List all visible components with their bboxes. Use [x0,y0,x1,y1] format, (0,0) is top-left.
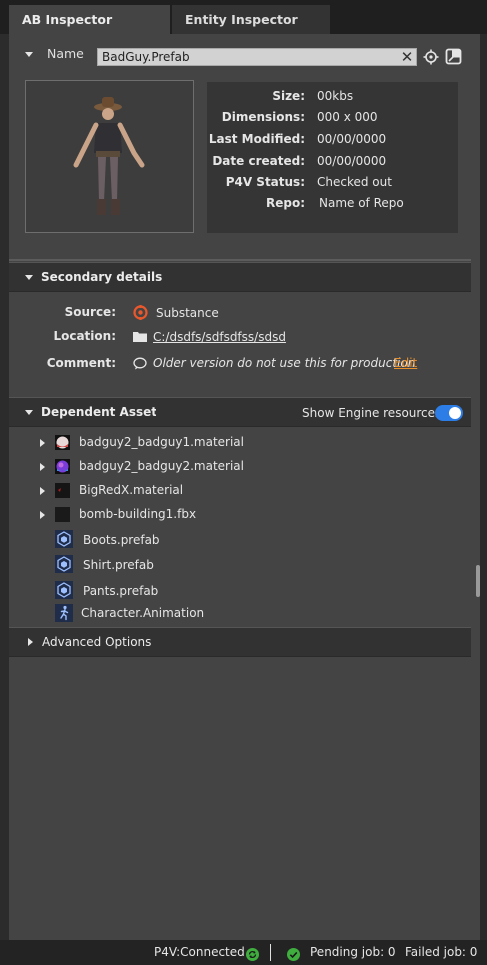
info-key: P4V Status: [225,175,305,189]
asset-label: bomb-building1.fbx [79,507,197,521]
scrollbar-thumb[interactable] [476,565,480,597]
prefab-icon [55,581,73,599]
asset-label: Character.Animation [81,606,205,620]
collapse-arrow-icon [25,275,33,280]
section-title: Secondary details [41,270,163,284]
list-item[interactable]: badguy2_badguy2.material [9,455,471,479]
name-label: Name [47,46,84,61]
location-link[interactable]: C:/dsdfs/sdfsdfss/sdsd [153,330,286,344]
list-item[interactable]: Character.Animation [9,602,471,626]
sync-icon [246,948,259,961]
section-title: Dependent Asset: [41,405,156,419]
name-input[interactable]: BadGuy.Prefab [97,48,417,66]
info-row-date-created: Date created: 00/00/0000 [207,154,458,174]
left-panel-edge [0,34,9,940]
asset-label: BigRedX.material [79,483,184,497]
prefab-icon [55,530,73,548]
info-key: Repo: [265,196,305,210]
locate-crosshair-icon[interactable] [423,49,439,65]
location-label: Location: [53,329,116,343]
divider [9,259,471,261]
info-key: Date created: [212,154,305,168]
asset-thumbnail [25,80,194,233]
list-item[interactable]: badguy2_badguy1.material [9,431,471,455]
expand-arrow-icon[interactable] [40,487,45,495]
list-item[interactable]: bomb-building1.fbx [9,503,471,527]
name-collapse-arrow-icon[interactable] [25,52,33,57]
animation-icon [55,604,73,622]
info-key: Dimensions: [221,110,305,124]
info-value: 00/00/0000 [317,154,387,168]
tab-bar: AB Inspector Entity Inspector [0,0,487,34]
folder-icon [133,331,147,342]
section-title: Advanced Options [42,635,152,649]
info-value: 000 x 000 [317,110,378,124]
p4v-status-text: P4V:Connected [154,945,245,959]
asset-label: Boots.prefab [83,533,160,547]
info-value: Name of Repo [319,196,404,210]
asset-label: badguy2_badguy1.material [79,435,244,449]
source-value: Substance [156,306,219,320]
asset-info-panel: Size: 00kbs Dimensions: 000 x 000 Last M… [207,82,458,233]
advanced-options-header[interactable]: Advanced Options [9,627,471,657]
status-bar: P4V:Connected Pending job: 0 Failed job:… [0,940,487,965]
character-model-image [73,97,145,215]
material-swatch-icon [55,483,70,498]
status-divider [270,944,271,961]
edit-comment-link[interactable]: Edit [394,356,417,370]
list-item[interactable]: BigRedX.material [9,479,471,503]
tab-entity-inspector[interactable]: Entity Inspector [172,5,330,34]
info-value: Checked out [317,175,392,189]
info-row-last-modified: Last Modified: 00/00/0000 [207,132,458,152]
comment-value: Older version do not use this for produc… [153,356,416,370]
info-row-dimensions: Dimensions: 000 x 000 [207,110,458,130]
open-external-icon[interactable] [445,48,462,65]
source-label: Source: [64,305,116,319]
info-row-p4v-status: P4V Status: Checked out [207,175,458,195]
failed-job-text: Failed job: 0 [405,945,478,959]
comment-bubble-icon [133,357,147,370]
secondary-details-header[interactable]: Secondary details [9,262,471,292]
asset-label: Shirt.prefab [83,558,154,572]
tab-ab-inspector[interactable]: AB Inspector [9,5,170,34]
comment-label: Comment: [46,356,116,370]
material-sphere-icon [55,459,70,474]
show-engine-resources-toggle[interactable] [435,405,463,421]
toggle-knob [449,407,461,419]
collapse-arrow-icon [25,410,33,415]
check-icon [287,948,300,961]
asset-label: Pants.prefab [83,584,159,598]
list-item[interactable]: Shirt.prefab [9,554,471,578]
expand-arrow-icon[interactable] [40,439,45,447]
info-row-size: Size: 00kbs [207,89,458,109]
list-item[interactable]: Boots.prefab [9,529,471,553]
material-sphere-icon [55,435,70,450]
expand-arrow-icon[interactable] [40,463,45,471]
list-item[interactable]: Pants.prefab [9,580,471,604]
info-key: Size: [272,89,305,103]
dependent-assets-header[interactable]: Dependent Asset: Show Engine resources [9,397,471,427]
info-value: 00kbs [317,89,354,103]
clear-name-icon[interactable]: ✕ [399,48,415,66]
info-value: 00/00/0000 [317,132,387,146]
expand-arrow-icon[interactable] [40,511,45,519]
pending-job-text: Pending job: 0 [310,945,396,959]
info-row-repo: Repo: Name of Repo [207,196,458,216]
show-engine-resources-label: Show Engine resources [302,406,442,420]
fbx-model-icon [55,507,70,522]
prefab-icon [55,555,73,573]
asset-label: badguy2_badguy2.material [79,459,244,473]
expand-arrow-icon [28,638,33,646]
substance-icon [133,305,148,320]
scrollbar-track[interactable] [480,34,487,940]
info-key: Last Modified: [208,132,305,146]
